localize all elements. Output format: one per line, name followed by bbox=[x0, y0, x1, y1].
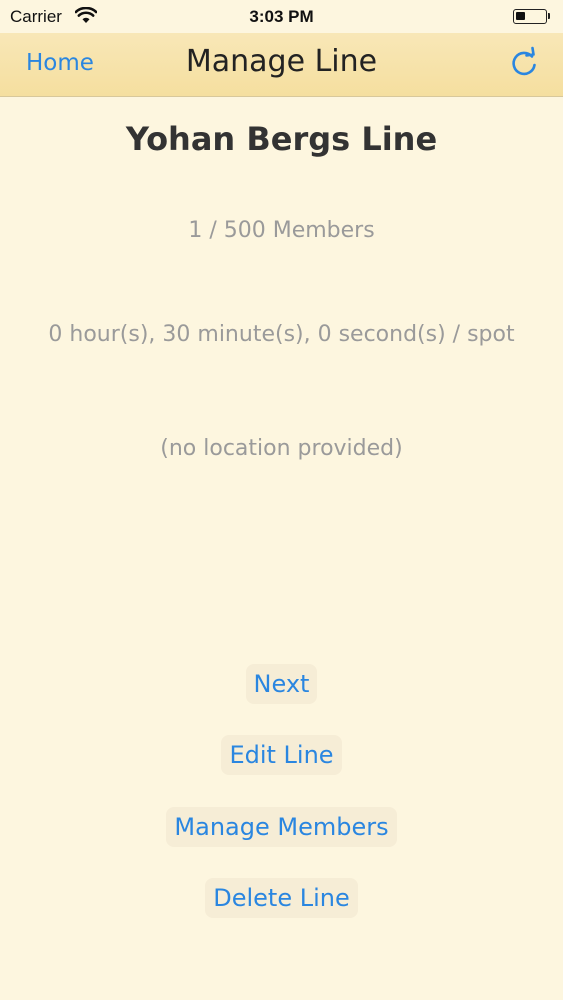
line-name: Yohan Bergs Line bbox=[125, 120, 438, 158]
status-time: 3:03 PM bbox=[249, 7, 314, 26]
next-button[interactable]: Next bbox=[245, 664, 318, 704]
edit-line-button[interactable]: Edit Line bbox=[221, 735, 342, 775]
manage-members-button[interactable]: Manage Members bbox=[166, 807, 397, 847]
manage-members-button-row: Manage Members bbox=[0, 807, 563, 847]
navigation-bar: Home Manage Line bbox=[0, 33, 563, 97]
next-button-row: Next bbox=[0, 664, 563, 704]
delete-line-button[interactable]: Delete Line bbox=[205, 878, 358, 918]
nav-title: Manage Line bbox=[185, 44, 378, 79]
battery-icon bbox=[513, 9, 550, 24]
line-location: (no location provided) bbox=[160, 436, 403, 461]
refresh-icon[interactable] bbox=[505, 45, 543, 83]
member-count: 1 / 500 Members bbox=[188, 218, 375, 243]
spot-duration: 0 hour(s), 30 minute(s), 0 second(s) / s… bbox=[48, 322, 515, 347]
edit-line-button-row: Edit Line bbox=[0, 735, 563, 775]
delete-line-button-row: Delete Line bbox=[0, 878, 563, 918]
status-bar: Carrier 3:03 PM bbox=[0, 0, 563, 33]
